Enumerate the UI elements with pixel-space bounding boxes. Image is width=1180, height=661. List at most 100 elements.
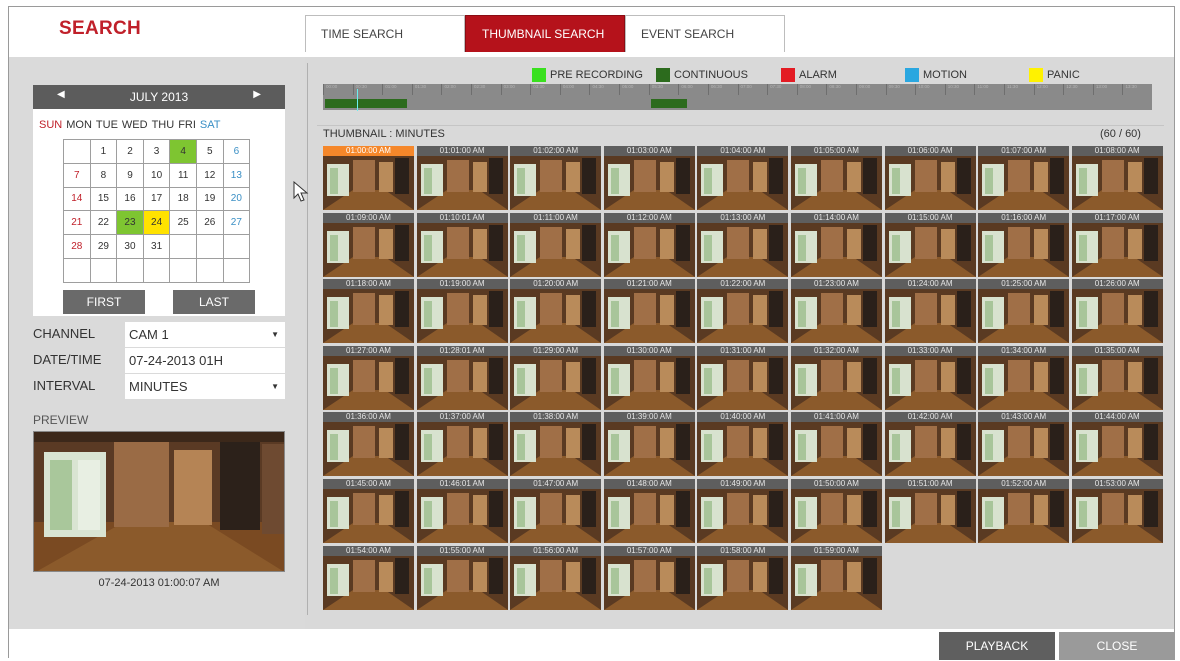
thumbnail-item[interactable]: 01:54:00 AM — [323, 545, 414, 610]
close-button[interactable]: CLOSE — [1059, 632, 1175, 660]
timeline-bar[interactable]: 00:00 00:30 01:00 01:30 02:00 02:30 03:00 03:30… — [323, 84, 1152, 110]
thumbnail-item[interactable]: 01:02:00 AM — [510, 146, 602, 210]
thumbnail-item[interactable]: 01:50:00 AM — [790, 478, 882, 543]
calendar-day[interactable]: 23 — [116, 210, 144, 236]
thumbnail-item[interactable]: 01:04:00 AM — [697, 146, 789, 210]
calendar-day[interactable]: 28 — [63, 234, 91, 259]
thumbnail-item[interactable]: 01:56:00 AM — [510, 545, 602, 610]
thumbnail-item[interactable]: 01:34:00 AM — [978, 345, 1070, 410]
thumbnail-item[interactable]: 01:15:00 AM — [884, 212, 976, 277]
thumbnail-item[interactable]: 01:13:00 AM — [697, 212, 789, 277]
thumbnail-item[interactable]: 01:49:00 AM — [697, 478, 789, 543]
calendar-day[interactable]: 9 — [116, 162, 144, 188]
calendar-day[interactable]: 13 — [222, 162, 251, 188]
calendar-day[interactable]: 2 — [116, 139, 144, 164]
thumbnail-item[interactable]: 01:29:00 AM — [510, 345, 602, 410]
thumbnail-item[interactable]: 01:05:00 AM — [790, 146, 882, 210]
tab-event-search[interactable]: EVENT SEARCH — [625, 15, 785, 52]
thumbnail-item[interactable]: 01:07:00 AM — [978, 146, 1070, 210]
thumbnail-item[interactable]: 01:37:00 AM — [416, 412, 508, 477]
thumbnail-item[interactable]: 01:48:00 AM — [603, 478, 695, 543]
thumbnail-item[interactable]: 01:33:00 AM — [884, 345, 976, 410]
thumbnail-item[interactable]: 01:45:00 AM — [323, 478, 414, 543]
thumbnail-item[interactable]: 01:42:00 AM — [884, 412, 976, 477]
thumbnail-item[interactable]: 01:51:00 AM — [884, 478, 976, 543]
calendar-day[interactable]: 3 — [142, 139, 171, 164]
thumbnail-item[interactable]: 01:32:00 AM — [790, 345, 882, 410]
calendar-day[interactable]: 1 — [89, 139, 118, 164]
calendar-day[interactable]: 22 — [89, 210, 118, 236]
calendar-day[interactable]: 30 — [116, 234, 144, 259]
calendar-day[interactable]: 15 — [89, 186, 118, 212]
calendar-day[interactable]: 19 — [195, 186, 224, 212]
thumbnail-item[interactable]: 01:06:00 AM — [884, 146, 976, 210]
datetime-field[interactable]: 07-24-2013 01H — [125, 348, 285, 373]
calendar-day[interactable]: 10 — [142, 162, 171, 188]
thumbnail-item[interactable]: 01:11:00 AM — [510, 212, 602, 277]
channel-select[interactable]: CAM 1 ▼ — [125, 322, 285, 347]
calendar-day[interactable]: 4 — [169, 139, 197, 164]
tab-thumbnail-search[interactable]: THUMBNAIL SEARCH — [465, 15, 625, 52]
thumbnail-item[interactable]: 01:01:00 AM — [416, 146, 508, 210]
thumbnail-item[interactable]: 01:20:00 AM — [510, 279, 602, 344]
thumbnail-item[interactable]: 01:22:00 AM — [697, 279, 789, 344]
thumbnail-item[interactable]: 01:53:00 AM — [1071, 478, 1163, 543]
chevron-right-icon[interactable]: ▶ — [253, 89, 261, 100]
thumbnail-item[interactable]: 01:19:00 AM — [416, 279, 508, 344]
calendar-day[interactable]: 6 — [222, 139, 251, 164]
calendar-day[interactable]: 17 — [142, 186, 171, 212]
thumbnail-item[interactable]: 01:57:00 AM — [603, 545, 695, 610]
thumbnail-item[interactable]: 01:55:00 AM — [416, 545, 508, 610]
last-button[interactable]: LAST — [173, 290, 255, 314]
calendar-day[interactable]: 31 — [142, 234, 171, 259]
calendar-day[interactable]: 26 — [195, 210, 224, 236]
thumbnail-item[interactable]: 01:23:00 AM — [790, 279, 882, 344]
thumbnail-item[interactable]: 01:26:00 AM — [1071, 279, 1163, 344]
calendar-day[interactable]: 12 — [195, 162, 224, 188]
thumbnail-item[interactable]: 01:03:00 AM — [603, 146, 695, 210]
first-button[interactable]: FIRST — [63, 290, 145, 314]
chevron-left-icon[interactable]: ◀ — [57, 89, 65, 100]
thumbnail-item[interactable]: 01:35:00 AM — [1071, 345, 1163, 410]
thumbnail-item[interactable]: 01:00:00 AM — [323, 146, 414, 210]
thumbnail-item[interactable]: 01:28:01 AM — [416, 345, 508, 410]
calendar-day[interactable]: 27 — [222, 210, 251, 236]
tab-time-search[interactable]: TIME SEARCH — [305, 15, 465, 52]
thumbnail-item[interactable]: 01:40:00 AM — [697, 412, 789, 477]
thumbnail-item[interactable]: 01:18:00 AM — [323, 279, 414, 344]
thumbnail-item[interactable]: 01:59:00 AM — [790, 545, 882, 610]
interval-select[interactable]: MINUTES ▼ — [125, 374, 285, 399]
calendar-day[interactable]: 11 — [169, 162, 197, 188]
thumbnail-item[interactable]: 01:10:01 AM — [416, 212, 508, 277]
calendar-day[interactable]: 29 — [89, 234, 118, 259]
thumbnail-item[interactable]: 01:17:00 AM — [1071, 212, 1163, 277]
thumbnail-item[interactable]: 01:44:00 AM — [1071, 412, 1163, 477]
thumbnail-item[interactable]: 01:43:00 AM — [978, 412, 1070, 477]
thumbnail-item[interactable]: 01:25:00 AM — [978, 279, 1070, 344]
thumbnail-item[interactable]: 01:12:00 AM — [603, 212, 695, 277]
thumbnail-item[interactable]: 01:58:00 AM — [697, 545, 789, 610]
thumbnail-item[interactable]: 01:14:00 AM — [790, 212, 882, 277]
thumbnail-item[interactable]: 01:30:00 AM — [603, 345, 695, 410]
thumbnail-item[interactable]: 01:38:00 AM — [510, 412, 602, 477]
playback-button[interactable]: PLAYBACK — [939, 632, 1055, 660]
calendar-day[interactable]: 5 — [195, 139, 224, 164]
calendar-day[interactable]: 20 — [222, 186, 251, 212]
calendar-day[interactable]: 14 — [63, 186, 91, 212]
calendar-day[interactable]: 7 — [63, 162, 91, 188]
thumbnail-item[interactable]: 01:31:00 AM — [697, 345, 789, 410]
calendar-day[interactable]: 8 — [89, 162, 118, 188]
calendar-day[interactable]: 18 — [169, 186, 197, 212]
thumbnail-item[interactable]: 01:09:00 AM — [323, 212, 414, 277]
timeline-cursor[interactable] — [357, 89, 358, 111]
calendar-day[interactable]: 16 — [116, 186, 144, 212]
calendar-day[interactable]: 24 — [142, 210, 171, 236]
thumbnail-item[interactable]: 01:39:00 AM — [603, 412, 695, 477]
thumbnail-item[interactable]: 01:24:00 AM — [884, 279, 976, 344]
thumbnail-item[interactable]: 01:41:00 AM — [790, 412, 882, 477]
thumbnail-item[interactable]: 01:21:00 AM — [603, 279, 695, 344]
thumbnail-item[interactable]: 01:16:00 AM — [978, 212, 1070, 277]
thumbnail-item[interactable]: 01:36:00 AM — [323, 412, 414, 477]
thumbnail-item[interactable]: 01:52:00 AM — [978, 478, 1070, 543]
calendar-day[interactable]: 21 — [63, 210, 91, 236]
